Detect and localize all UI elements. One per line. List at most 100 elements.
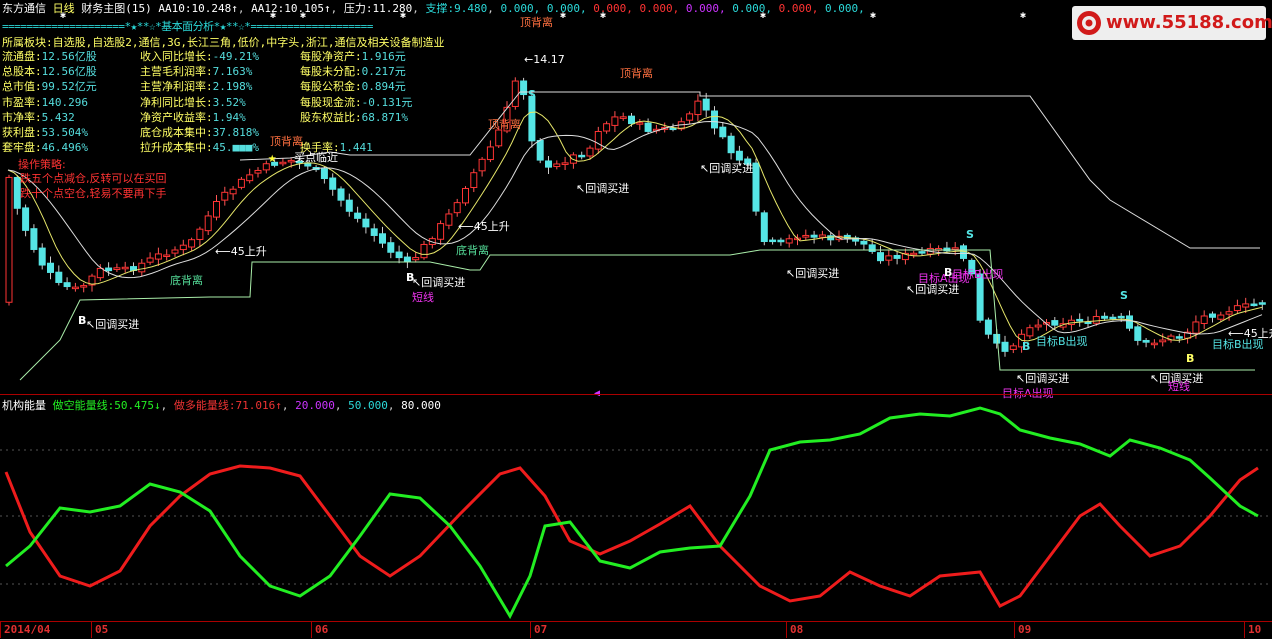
candle-body[interactable]	[1126, 315, 1133, 329]
candle-body[interactable]	[254, 169, 262, 174]
candle-body[interactable]	[22, 207, 30, 231]
candle-body[interactable]	[777, 239, 785, 243]
candle-body[interactable]	[370, 228, 378, 236]
candle-body[interactable]	[561, 162, 569, 165]
candle-body[interactable]	[437, 223, 445, 240]
candle-body[interactable]	[752, 162, 760, 212]
candle-body[interactable]	[860, 240, 868, 245]
short-energy-line[interactable]	[5, 406, 1259, 620]
candle-body[interactable]	[80, 285, 88, 288]
candle-body[interactable]	[38, 247, 46, 266]
candle-body[interactable]	[47, 262, 54, 273]
candle-body[interactable]	[1175, 336, 1183, 339]
candle-body[interactable]	[586, 147, 594, 157]
candle-body[interactable]	[810, 234, 818, 238]
candle-body[interactable]	[619, 116, 627, 119]
candle-body[interactable]	[1001, 341, 1009, 352]
candle-body[interactable]	[379, 233, 386, 244]
candle-body[interactable]	[1217, 314, 1225, 320]
candle-body[interactable]	[1250, 303, 1258, 307]
candle-body[interactable]	[395, 251, 403, 259]
candle-body[interactable]	[1258, 302, 1266, 305]
candle-body[interactable]	[30, 228, 38, 250]
candle-body[interactable]	[528, 95, 536, 142]
candle-body[interactable]	[1109, 316, 1117, 320]
candle-body[interactable]	[910, 252, 918, 256]
candle-body[interactable]	[1242, 303, 1250, 308]
candle-body[interactable]	[644, 122, 652, 132]
candle-body[interactable]	[603, 123, 611, 132]
candle-body[interactable]	[1200, 315, 1208, 324]
candle-body[interactable]	[769, 239, 777, 243]
energy-indicator-chart[interactable]	[0, 396, 1272, 622]
candle-body[interactable]	[1209, 313, 1216, 318]
candle-body[interactable]	[578, 154, 586, 158]
candle-body[interactable]	[63, 282, 71, 288]
candle-body[interactable]	[420, 243, 428, 259]
candle-body[interactable]	[171, 249, 179, 254]
candle-body[interactable]	[412, 257, 420, 261]
candle-body[interactable]	[1051, 320, 1059, 326]
candle-body[interactable]	[337, 188, 345, 201]
candle-body[interactable]	[520, 80, 528, 96]
candle-body[interactable]	[320, 168, 328, 180]
candle-body[interactable]	[1117, 315, 1125, 319]
candle-body[interactable]	[951, 247, 959, 250]
panel-divider[interactable]	[0, 394, 1272, 395]
candle-body[interactable]	[1026, 327, 1034, 337]
candle-body[interactable]	[204, 215, 212, 232]
candle-body[interactable]	[594, 130, 602, 150]
candle-body[interactable]	[818, 234, 826, 238]
candle-body[interactable]	[163, 254, 171, 257]
candle-body[interactable]	[686, 113, 694, 121]
candle-body[interactable]	[611, 116, 619, 126]
candle-body[interactable]	[478, 158, 486, 172]
candle-body[interactable]	[387, 242, 395, 253]
candle-body[interactable]	[1225, 311, 1233, 315]
candle-body[interactable]	[702, 98, 710, 111]
candle-body[interactable]	[221, 191, 229, 201]
candle-body[interactable]	[96, 267, 104, 279]
candle-body[interactable]	[188, 239, 196, 248]
candle-body[interactable]	[719, 126, 727, 138]
candle-body[interactable]	[146, 257, 154, 263]
candle-body[interactable]	[462, 187, 469, 204]
candle-body[interactable]	[694, 100, 702, 116]
candle-body[interactable]	[71, 286, 79, 290]
candle-body[interactable]	[445, 213, 453, 226]
long-energy-line[interactable]	[4, 464, 1259, 608]
candle-body[interactable]	[984, 319, 992, 335]
candle-body[interactable]	[553, 163, 561, 168]
candle-body[interactable]	[1134, 326, 1142, 341]
candle-body[interactable]	[545, 160, 552, 168]
candle-body[interactable]	[138, 262, 146, 273]
candle-body[interactable]	[105, 267, 113, 272]
candle-body[interactable]	[918, 251, 926, 254]
candle-body[interactable]	[1142, 339, 1150, 343]
candle-body[interactable]	[229, 188, 237, 195]
candle-body[interactable]	[1192, 321, 1200, 334]
candle-body[interactable]	[453, 202, 461, 214]
candle-body[interactable]	[885, 255, 893, 261]
candle-body[interactable]	[636, 122, 644, 125]
candle-body[interactable]	[1034, 324, 1042, 328]
candle-body[interactable]	[55, 271, 63, 283]
candle-body[interactable]	[727, 135, 735, 154]
candle-body[interactable]	[628, 115, 635, 125]
candle-body[interactable]	[1150, 342, 1158, 346]
candle-body[interactable]	[1233, 305, 1241, 312]
candle-body[interactable]	[246, 174, 254, 182]
candle-body[interactable]	[354, 212, 362, 219]
candle-body[interactable]	[536, 139, 544, 161]
candle-body[interactable]	[1159, 339, 1167, 343]
time-axis[interactable]: 2014/04 05 06 07 08 09 10	[0, 621, 1272, 639]
candle-body[interactable]	[735, 150, 743, 161]
candle-body[interactable]	[827, 235, 835, 241]
candle-body[interactable]	[760, 212, 768, 242]
candle-body[interactable]	[1101, 315, 1109, 319]
candle-body[interactable]	[121, 266, 129, 270]
candle-body[interactable]	[893, 254, 901, 259]
candle-body[interactable]	[179, 244, 187, 251]
candle-body[interactable]	[785, 238, 793, 244]
candle-body[interactable]	[495, 129, 503, 147]
